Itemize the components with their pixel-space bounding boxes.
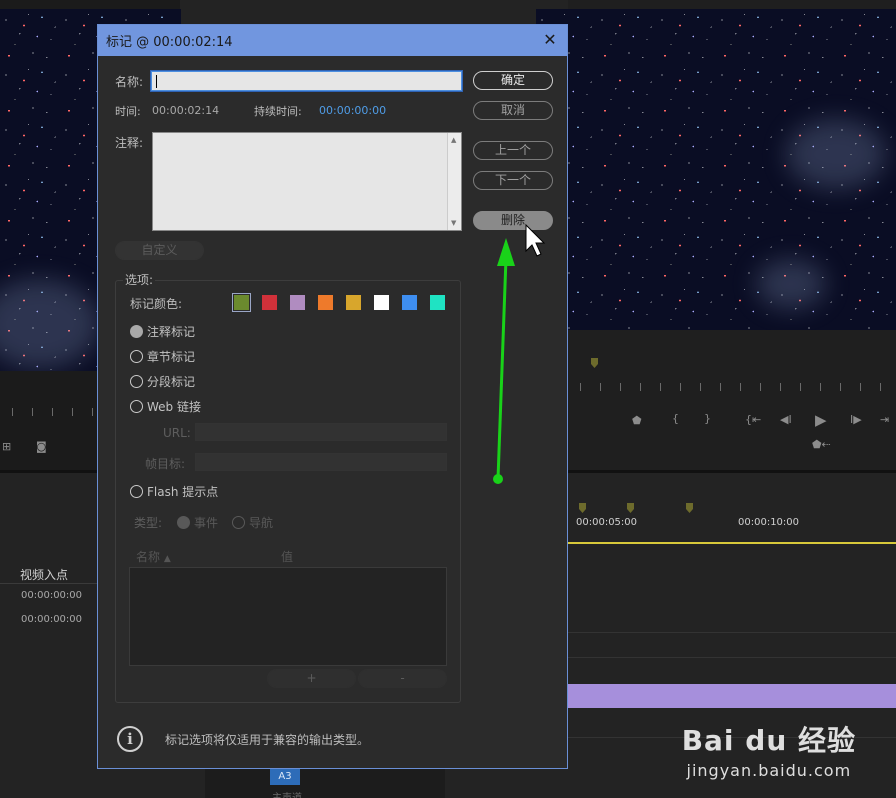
timeline-timecode-10s: 00:00:10:00 — [738, 517, 800, 528]
track-name: 主声道 — [272, 789, 302, 798]
row-1-time: 00:00:00:00 — [21, 590, 83, 601]
scroll-up-icon[interactable]: ▲ — [451, 136, 456, 144]
watermark-logo: Bai du 经验 — [681, 724, 856, 757]
radio-dot — [130, 400, 143, 413]
step-forward-icon[interactable]: I▶ — [850, 413, 862, 426]
marker-color-swatch[interactable] — [289, 294, 306, 311]
marker-color-swatch[interactable] — [261, 294, 278, 311]
custom-button[interactable]: 自定义 — [115, 241, 204, 260]
frame-target-field[interactable] — [195, 453, 447, 471]
radio-event-label: 事件 — [194, 516, 219, 530]
comment-textarea[interactable]: ▲ ▼ — [152, 132, 462, 231]
marker-add-icon[interactable]: ⬟ — [632, 414, 642, 427]
name-input[interactable] — [151, 71, 462, 91]
step-back-icon[interactable]: ◀I — [780, 413, 792, 426]
radio-flash-label: Flash 提示点 — [147, 485, 219, 499]
video-in-header[interactable]: 视频入点 — [20, 566, 68, 583]
radio-segmentation-label: 分段标记 — [147, 375, 196, 389]
lift-icon[interactable]: ⬟⇠ — [812, 438, 831, 451]
remove-cue-button[interactable]: - — [358, 669, 447, 688]
url-field[interactable] — [195, 423, 447, 441]
options-label: 选项: — [123, 271, 156, 288]
timeline-work-area — [568, 542, 896, 544]
scroll-down-icon[interactable]: ▼ — [451, 219, 456, 227]
radio-navigation[interactable]: 导航 — [232, 514, 273, 531]
cancel-button[interactable]: 取消 — [473, 101, 553, 120]
frame-target-label: 帧目标: — [145, 457, 186, 471]
marker-color-swatch[interactable] — [373, 294, 390, 311]
name-label: 名称: — [115, 75, 144, 89]
type-label: 类型: — [134, 516, 163, 530]
marker-color-swatch[interactable] — [401, 294, 418, 311]
track-header-strip — [205, 769, 445, 798]
radio-chapter-marker[interactable]: 章节标记 — [130, 348, 195, 365]
radio-event[interactable]: 事件 — [177, 514, 218, 531]
dialog-title: 标记 @ 00:00:02:14 — [106, 35, 233, 50]
time-label: 时间: — [115, 105, 141, 118]
radio-comment-marker[interactable]: 注释标记 — [130, 323, 195, 340]
duration-value[interactable]: 00:00:00:00 — [319, 104, 386, 117]
duration-label: 持续时间: — [254, 105, 302, 118]
insert-icon[interactable]: ⊞ — [2, 440, 11, 453]
radio-dot — [130, 350, 143, 363]
marker-color-label: 标记颜色: — [130, 297, 183, 311]
marker-color-swatch[interactable] — [317, 294, 334, 311]
ok-button[interactable]: 确定 — [473, 71, 553, 90]
marker-color-swatch[interactable] — [345, 294, 362, 311]
row-2-time: 00:00:00:00 — [21, 614, 83, 625]
radio-dot — [130, 325, 143, 338]
radio-dot — [232, 516, 245, 529]
radio-dot — [177, 516, 190, 529]
radio-dot — [130, 485, 143, 498]
radio-flash-cue[interactable]: Flash 提示点 — [130, 483, 218, 500]
time-value[interactable]: 00:00:02:14 — [152, 104, 219, 117]
sort-ascending-icon: ▲ — [163, 554, 171, 564]
table-header-name[interactable]: 名称 ▲ — [136, 548, 171, 565]
audio-clip[interactable] — [568, 684, 896, 708]
dialog-titlebar[interactable]: 标记 @ 00:00:02:14 ✕ — [98, 25, 567, 56]
radio-web-link-label: Web 链接 — [147, 400, 201, 414]
next-button[interactable]: 下一个 — [473, 171, 553, 190]
url-label: URL: — [163, 426, 191, 440]
program-ruler — [580, 383, 896, 391]
add-cue-button[interactable]: + — [267, 669, 356, 688]
program-monitor-video — [536, 9, 896, 330]
comment-scrollbar[interactable]: ▲ ▼ — [447, 133, 461, 230]
radio-web-link[interactable]: Web 链接 — [130, 398, 201, 415]
timeline-timecode-5s: 00:00:05:00 — [576, 517, 638, 528]
watermark-url: jingyan.baidu.com — [686, 761, 852, 780]
track-a3-label[interactable]: A3 — [270, 769, 300, 785]
cue-point-table[interactable] — [129, 567, 447, 666]
radio-comment-label: 注释标记 — [147, 325, 196, 339]
info-text: 标记选项将仅适用于兼容的输出类型。 — [165, 733, 370, 747]
camera-icon[interactable]: ◙ — [36, 440, 47, 453]
out-point-icon[interactable]: } — [704, 412, 711, 425]
marker-color-swatch[interactable] — [232, 293, 251, 312]
info-icon: i — [117, 726, 143, 752]
radio-navigation-label: 导航 — [249, 516, 274, 530]
close-icon[interactable]: ✕ — [541, 31, 559, 49]
in-point-icon[interactable]: { — [672, 412, 679, 425]
radio-dot — [130, 375, 143, 388]
marker-color-swatch[interactable] — [429, 294, 446, 311]
delete-button[interactable]: 删除 — [473, 211, 553, 230]
watermark: Bai du 经验 jingyan.baidu.com — [682, 719, 856, 780]
text-caret — [156, 75, 157, 88]
table-header-value[interactable]: 值 — [281, 548, 293, 565]
radio-chapter-label: 章节标记 — [147, 350, 196, 364]
table-header-name-label: 名称 — [136, 550, 161, 564]
go-to-out-icon[interactable]: ⇥ — [880, 413, 889, 426]
comment-label: 注释: — [115, 136, 144, 150]
play-icon[interactable]: ▶ — [815, 411, 827, 429]
marker-dialog: 标记 @ 00:00:02:14 ✕ 名称: 确定 时间: 00:00:02:1… — [97, 24, 568, 769]
radio-segmentation-marker[interactable]: 分段标记 — [130, 373, 195, 390]
previous-button[interactable]: 上一个 — [473, 141, 553, 160]
go-to-in-icon[interactable]: {⇤ — [745, 413, 761, 426]
